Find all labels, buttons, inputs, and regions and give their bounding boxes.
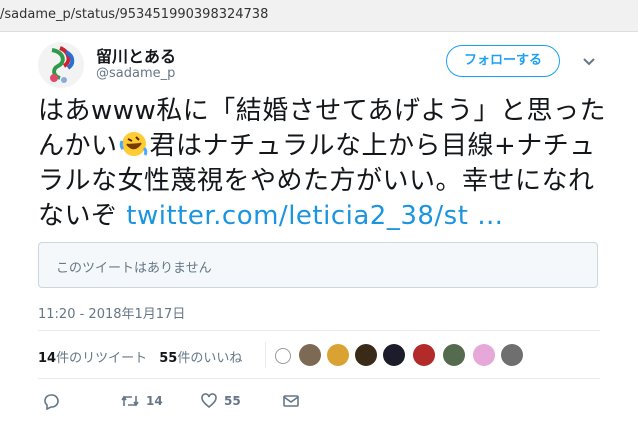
retweet-stat[interactable]: 14件のリツイート xyxy=(38,351,147,366)
liker-avatar[interactable] xyxy=(299,344,321,366)
retweet-button[interactable]: 14 xyxy=(120,392,163,412)
tweet-link[interactable]: twitter.com/leticia2_38/st … xyxy=(126,201,503,231)
liker-avatar[interactable] xyxy=(473,344,495,366)
liker-avatar[interactable] xyxy=(275,348,291,364)
like-count: 55 xyxy=(224,394,241,408)
liker-avatar[interactable] xyxy=(501,344,523,366)
retweet-count: 14 xyxy=(146,394,163,408)
like-button[interactable]: 55 xyxy=(200,392,241,412)
tweet-text: はあwww私に「結婚させてあげよう」と思ったんかい 君はナチュラルな上から目線+ナ… xyxy=(38,94,618,234)
chevron-down-icon[interactable] xyxy=(580,52,598,70)
quote-unavailable-text: このツイートはありません xyxy=(56,261,212,276)
tweet-stats: 14件のリツイート 55件のいいね xyxy=(38,347,242,366)
divider xyxy=(38,378,600,379)
user-handle[interactable]: @sadame_p xyxy=(96,66,175,81)
display-name[interactable]: 留川とある xyxy=(96,43,176,67)
liker-avatar[interactable] xyxy=(355,344,377,366)
direct-message-button[interactable] xyxy=(282,392,300,412)
divider xyxy=(38,330,600,331)
url-text: /sadame_p/status/953451990398324738 xyxy=(0,7,269,22)
rolling-on-floor-laughing-emoji xyxy=(119,129,149,159)
envelope-icon xyxy=(283,395,299,407)
like-stat[interactable]: 55件のいいね xyxy=(159,351,242,366)
reply-button[interactable] xyxy=(42,392,60,412)
stats-divider xyxy=(265,342,266,368)
heart-icon xyxy=(201,393,217,409)
tweet-timestamp[interactable]: 11:20 - 2018年1月17日 xyxy=(38,303,185,322)
reply-icon xyxy=(44,394,59,411)
avatar[interactable] xyxy=(38,42,84,88)
liker-avatar[interactable] xyxy=(383,344,405,366)
liker-avatar[interactable] xyxy=(413,344,435,366)
browser-url-bar[interactable]: /sadame_p/status/953451990398324738 xyxy=(0,0,638,32)
liker-avatar[interactable] xyxy=(443,344,465,366)
follow-button[interactable]: フォローする xyxy=(446,45,560,77)
liker-avatar[interactable] xyxy=(327,344,349,366)
quoted-tweet-box: このツイートはありません xyxy=(38,242,598,288)
retweet-icon xyxy=(121,395,139,407)
